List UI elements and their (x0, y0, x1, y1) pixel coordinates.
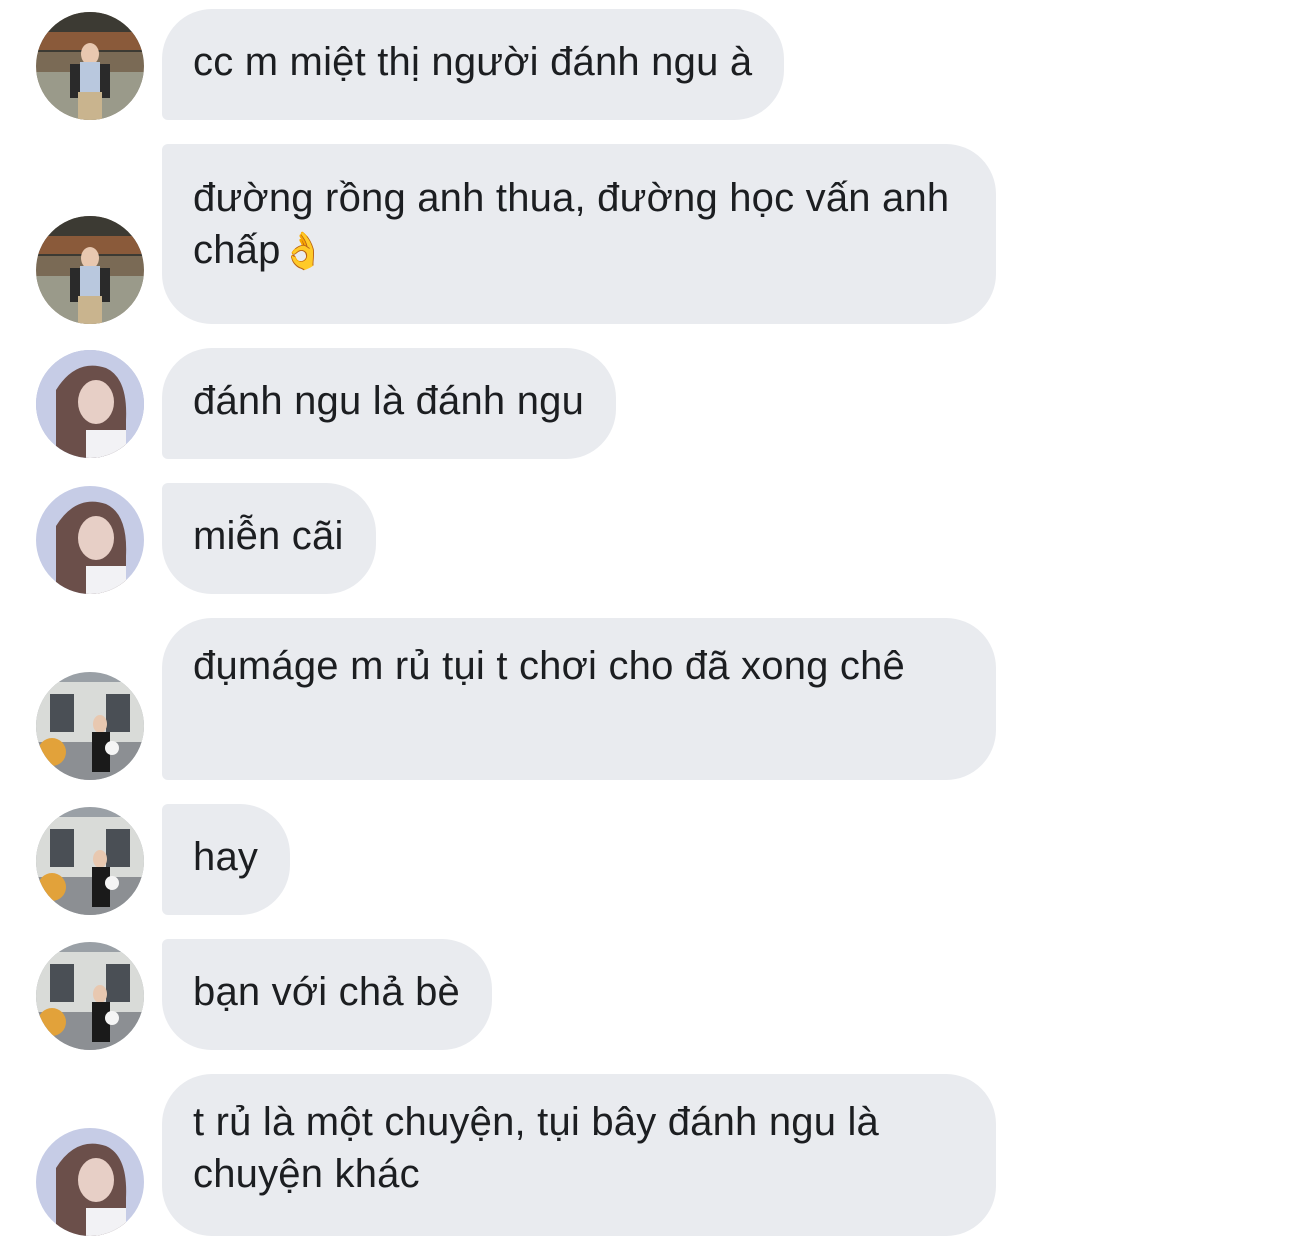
message-text: miễn cãi (193, 514, 344, 558)
avatar-user-c[interactable] (36, 672, 144, 780)
message-bubble[interactable]: bạn với chả bè (162, 939, 492, 1050)
avatar-photo-icon (36, 807, 144, 915)
avatar-user-a[interactable] (36, 12, 144, 120)
message-bubble[interactable]: đánh ngu là đánh ngu (162, 348, 617, 459)
avatar-user-b[interactable] (36, 1128, 144, 1236)
message-bubble[interactable]: hay (162, 804, 291, 915)
message-text: đụmáge m rủ tụi t chơi cho đã xong chê (193, 644, 905, 688)
message-text: t rủ là một chuyện, tụi bây đánh ngu là … (193, 1100, 880, 1196)
message-text: bạn với chả bè (193, 970, 460, 1014)
avatar-user-a[interactable] (36, 216, 144, 324)
message-bubble[interactable]: đường rồng anh thua, đường học vấn anh c… (162, 144, 996, 324)
avatar-photo-icon (36, 12, 144, 120)
message-bubble[interactable]: cc m miệt thị người đánh ngu à (162, 9, 785, 120)
message-text: cc m miệt thị người đánh ngu à (193, 40, 753, 84)
message-text: đánh ngu là đánh ngu (193, 379, 585, 423)
ok-hand-emoji-icon: 👌 (280, 231, 326, 272)
avatar-photo-icon (36, 486, 144, 594)
message-bubble[interactable]: t rủ là một chuyện, tụi bây đánh ngu là … (162, 1074, 996, 1236)
avatar-photo-icon (36, 1128, 144, 1236)
avatar-user-b[interactable] (36, 350, 144, 458)
avatar-photo-icon (36, 350, 144, 458)
message-bubble[interactable]: đụmáge m rủ tụi t chơi cho đã xong chê (162, 618, 996, 780)
avatar-photo-icon (36, 216, 144, 324)
message-text: hay (193, 835, 259, 879)
avatar-photo-icon (36, 672, 144, 780)
avatar-photo-icon (36, 942, 144, 1050)
avatar-user-c[interactable] (36, 942, 144, 1050)
avatar-user-b[interactable] (36, 486, 144, 594)
avatar-user-c[interactable] (36, 807, 144, 915)
message-bubble[interactable]: miễn cãi (162, 483, 376, 594)
